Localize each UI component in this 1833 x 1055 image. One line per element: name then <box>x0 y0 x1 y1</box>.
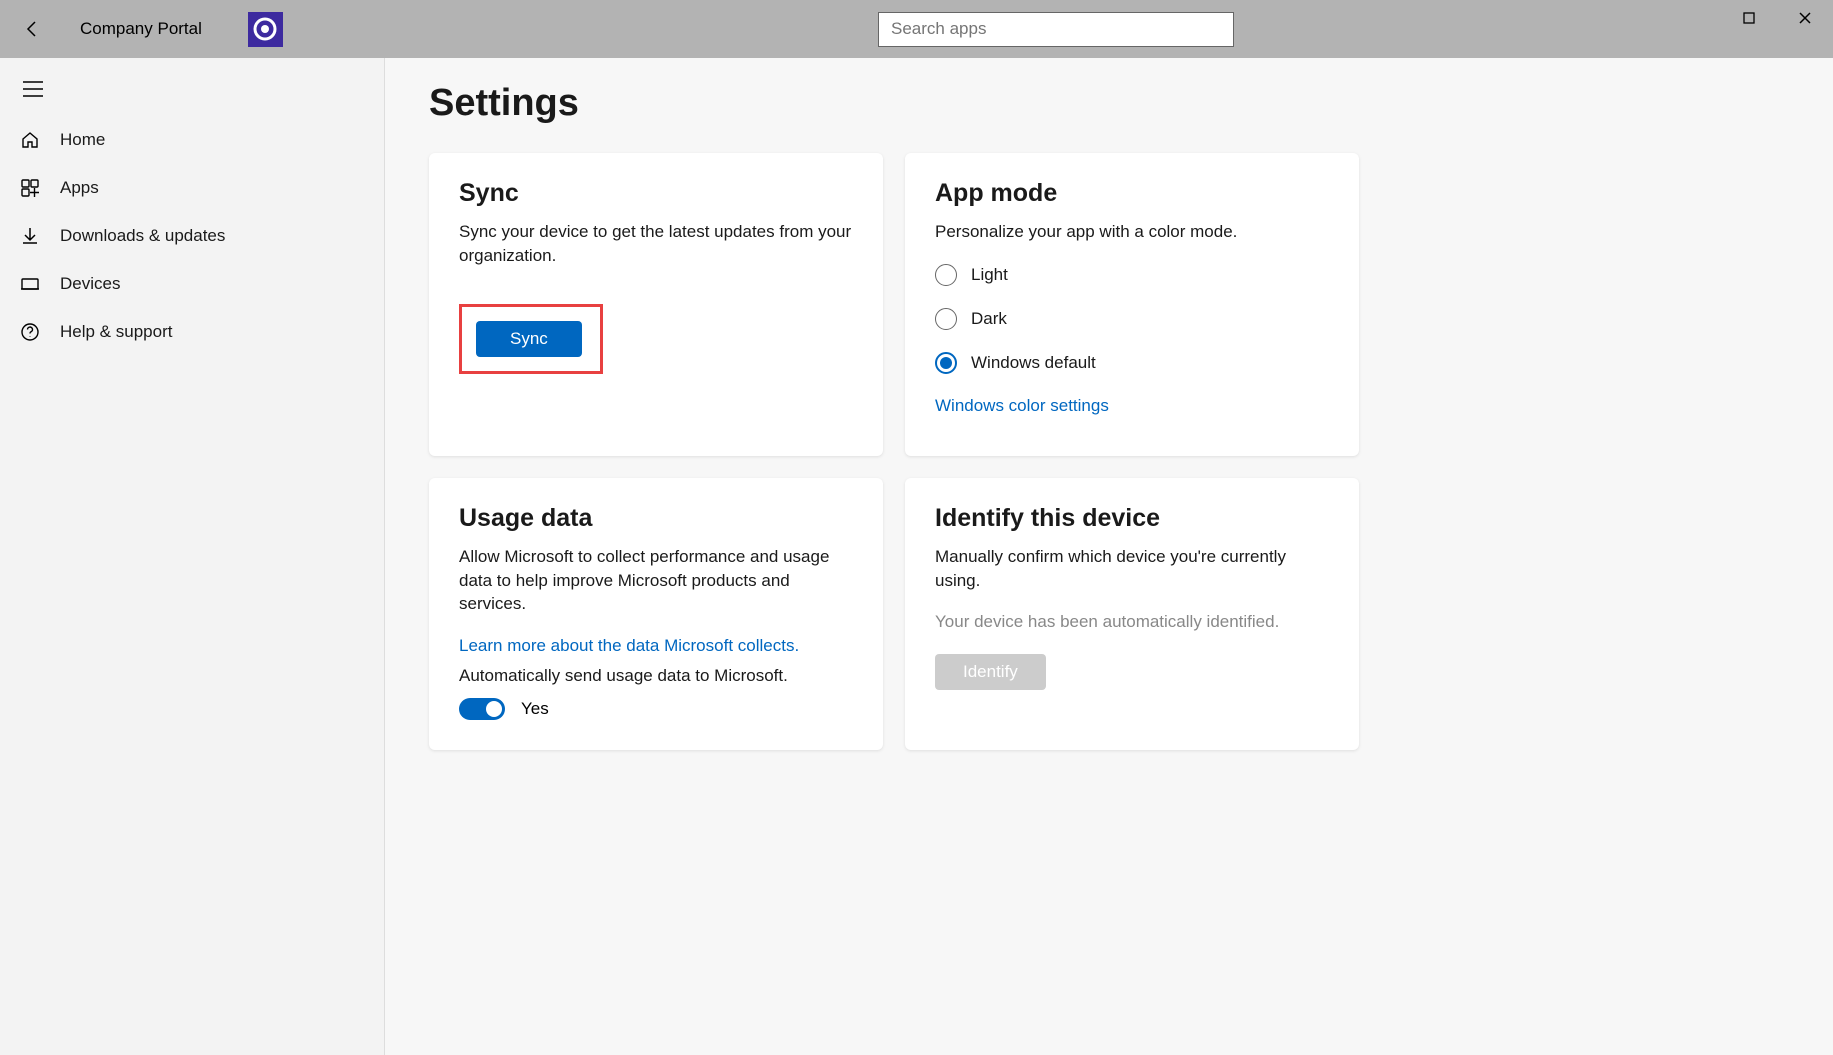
radio-icon <box>935 352 957 374</box>
hamburger-menu-button[interactable] <box>12 68 54 110</box>
radio-label: Light <box>971 265 1008 285</box>
sidebar-item-label: Help & support <box>60 322 172 342</box>
identify-button: Identify <box>935 654 1046 690</box>
card-desc: Manually confirm which device you're cur… <box>935 545 1329 593</box>
card-title: Identify this device <box>935 504 1329 533</box>
usage-data-toggle[interactable] <box>459 698 505 720</box>
sidebar-item-label: Home <box>60 130 105 150</box>
search-input[interactable] <box>878 12 1234 47</box>
toggle-label: Automatically send usage data to Microso… <box>459 666 853 686</box>
radio-dark[interactable]: Dark <box>935 308 1329 330</box>
radio-windows-default[interactable]: Windows default <box>935 352 1329 374</box>
sync-button[interactable]: Sync <box>476 321 582 357</box>
home-icon <box>18 128 42 152</box>
usage-data-card: Usage data Allow Microsoft to collect pe… <box>429 478 883 750</box>
titlebar: Company Portal <box>0 0 1833 58</box>
appmode-card: App mode Personalize your app with a col… <box>905 153 1359 456</box>
device-status: Your device has been automatically ident… <box>935 612 1329 632</box>
color-settings-link[interactable]: Windows color settings <box>935 396 1109 416</box>
main-content: Settings Sync Sync your device to get th… <box>385 58 1833 1055</box>
sidebar-item-devices[interactable]: Devices <box>0 260 384 308</box>
radio-label: Windows default <box>971 353 1096 373</box>
card-desc: Personalize your app with a color mode. <box>935 220 1329 244</box>
sidebar-item-apps[interactable]: Apps <box>0 164 384 212</box>
app-logo-icon <box>248 12 283 47</box>
devices-icon <box>18 272 42 296</box>
sidebar-item-label: Downloads & updates <box>60 226 225 246</box>
radio-label: Dark <box>971 309 1007 329</box>
download-icon <box>18 224 42 248</box>
radio-light[interactable]: Light <box>935 264 1329 286</box>
card-desc: Allow Microsoft to collect performance a… <box>459 545 853 616</box>
sidebar-item-label: Devices <box>60 274 120 294</box>
maximize-button[interactable] <box>1721 0 1777 36</box>
sidebar-item-label: Apps <box>60 178 99 198</box>
sidebar-item-home[interactable]: Home <box>0 116 384 164</box>
highlight-annotation: Sync <box>459 304 603 374</box>
card-title: Sync <box>459 179 853 208</box>
radio-icon <box>935 308 957 330</box>
sidebar: Home Apps Downloads & updates Devices He… <box>0 58 385 1055</box>
back-button[interactable] <box>8 5 56 53</box>
identify-device-card: Identify this device Manually confirm wh… <box>905 478 1359 750</box>
sync-card: Sync Sync your device to get the latest … <box>429 153 883 456</box>
radio-icon <box>935 264 957 286</box>
apps-icon <box>18 176 42 200</box>
toggle-value: Yes <box>521 699 549 719</box>
card-title: App mode <box>935 179 1329 208</box>
close-button[interactable] <box>1777 0 1833 36</box>
app-title: Company Portal <box>80 19 202 39</box>
help-icon <box>18 320 42 344</box>
card-desc: Sync your device to get the latest updat… <box>459 220 853 268</box>
sidebar-item-downloads[interactable]: Downloads & updates <box>0 212 384 260</box>
card-title: Usage data <box>459 504 853 533</box>
sidebar-item-help[interactable]: Help & support <box>0 308 384 356</box>
learn-more-link[interactable]: Learn more about the data Microsoft coll… <box>459 636 799 656</box>
page-title: Settings <box>429 82 1789 125</box>
